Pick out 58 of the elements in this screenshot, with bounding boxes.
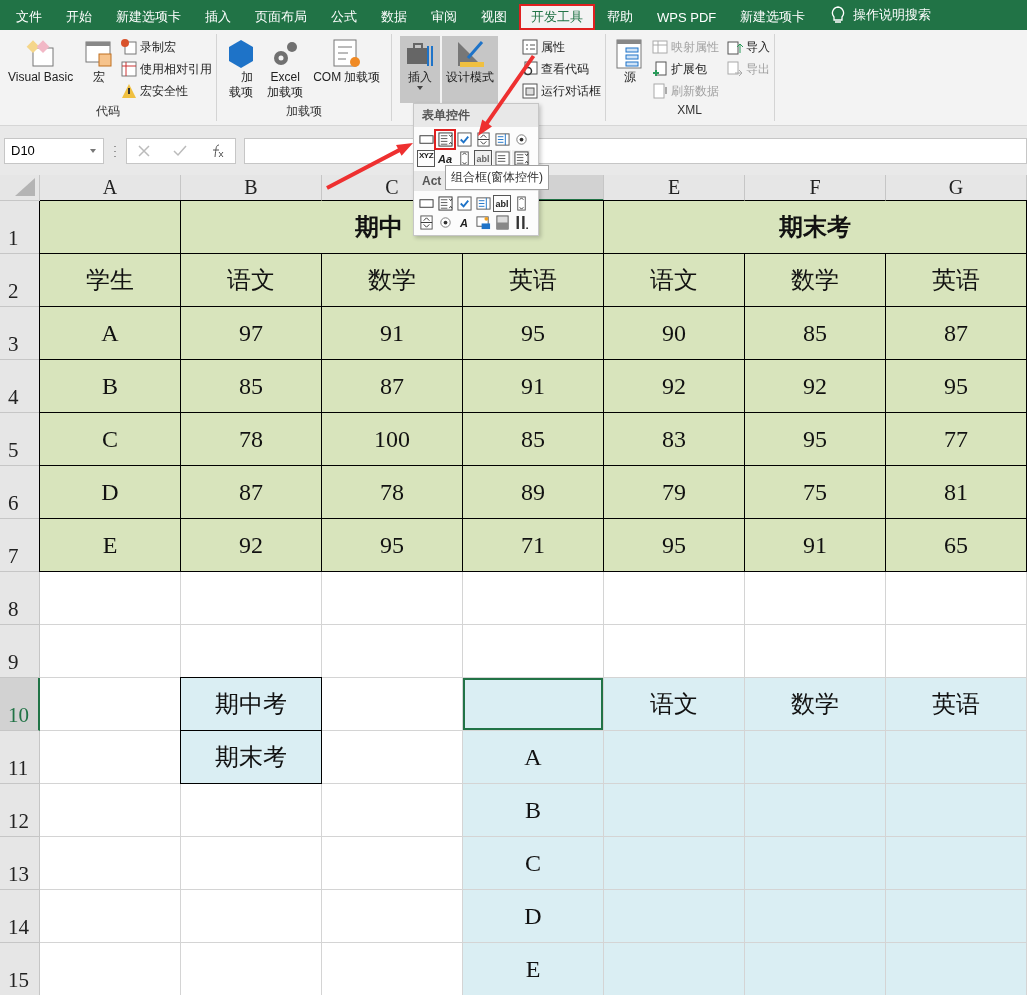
- table-cell: 79: [603, 465, 745, 519]
- table-cell: 数学: [745, 678, 886, 731]
- table-cell: 87: [885, 306, 1027, 360]
- table-cell: 65: [885, 518, 1027, 572]
- table-cell: 89: [462, 465, 604, 519]
- table-cell: 85: [744, 306, 886, 360]
- table-cell: 85: [180, 359, 322, 413]
- table-cell: 数学: [744, 253, 886, 307]
- table-cell: 学生: [39, 253, 181, 307]
- group-label: 加载项: [284, 103, 323, 120]
- table-cell: 92: [744, 359, 886, 413]
- table-cell: 91: [744, 518, 886, 572]
- table-cell: A: [39, 306, 181, 360]
- menu-section-title: 表单控件: [414, 104, 538, 127]
- table-cell: B: [39, 359, 181, 413]
- table-cell: 95: [321, 518, 463, 572]
- table-cell: 87: [321, 359, 463, 413]
- table-cell: 英语: [886, 678, 1027, 731]
- table-cell: 语文: [180, 253, 322, 307]
- table-cell: 83: [603, 412, 745, 466]
- table-cell: 100: [321, 412, 463, 466]
- table-cell: 97: [180, 306, 322, 360]
- group-label: 代码: [95, 103, 122, 120]
- table-cell: 数学: [321, 253, 463, 307]
- table-cell: 期末考: [744, 200, 886, 254]
- table-cell: 85: [462, 412, 604, 466]
- table-cell: 95: [885, 359, 1027, 413]
- table-cell: 71: [462, 518, 604, 572]
- group-label: XML: [676, 103, 703, 119]
- table-cell: 语文: [604, 678, 745, 731]
- table-cell: 95: [744, 412, 886, 466]
- table-cell: D: [39, 465, 181, 519]
- table-cell: 期末考: [180, 730, 322, 784]
- table-cell: 92: [603, 359, 745, 413]
- table-cell: 90: [603, 306, 745, 360]
- table-cell: 91: [462, 359, 604, 413]
- tooltip: 组合框(窗体控件): [445, 165, 549, 190]
- table-cell: 95: [603, 518, 745, 572]
- table-cell: 87: [180, 465, 322, 519]
- table-cell: C: [39, 412, 181, 466]
- table-cell: 92: [180, 518, 322, 572]
- table-cell: A: [463, 731, 604, 784]
- table-cell: E: [463, 943, 604, 995]
- table-cell: 英语: [885, 253, 1027, 307]
- table-cell: B: [463, 784, 604, 837]
- table-cell: 75: [744, 465, 886, 519]
- table-cell: 英语: [462, 253, 604, 307]
- table-cell: C: [463, 837, 604, 890]
- table-cell: 期中考: [180, 677, 322, 731]
- table-cell: 语文: [603, 253, 745, 307]
- table-cell: 78: [321, 465, 463, 519]
- table-cell: 77: [885, 412, 1027, 466]
- table-cell: 95: [462, 306, 604, 360]
- table-cell: 78: [180, 412, 322, 466]
- table-cell: E: [39, 518, 181, 572]
- table-cell: 81: [885, 465, 1027, 519]
- table-cell: 91: [321, 306, 463, 360]
- table-cell: D: [463, 890, 604, 943]
